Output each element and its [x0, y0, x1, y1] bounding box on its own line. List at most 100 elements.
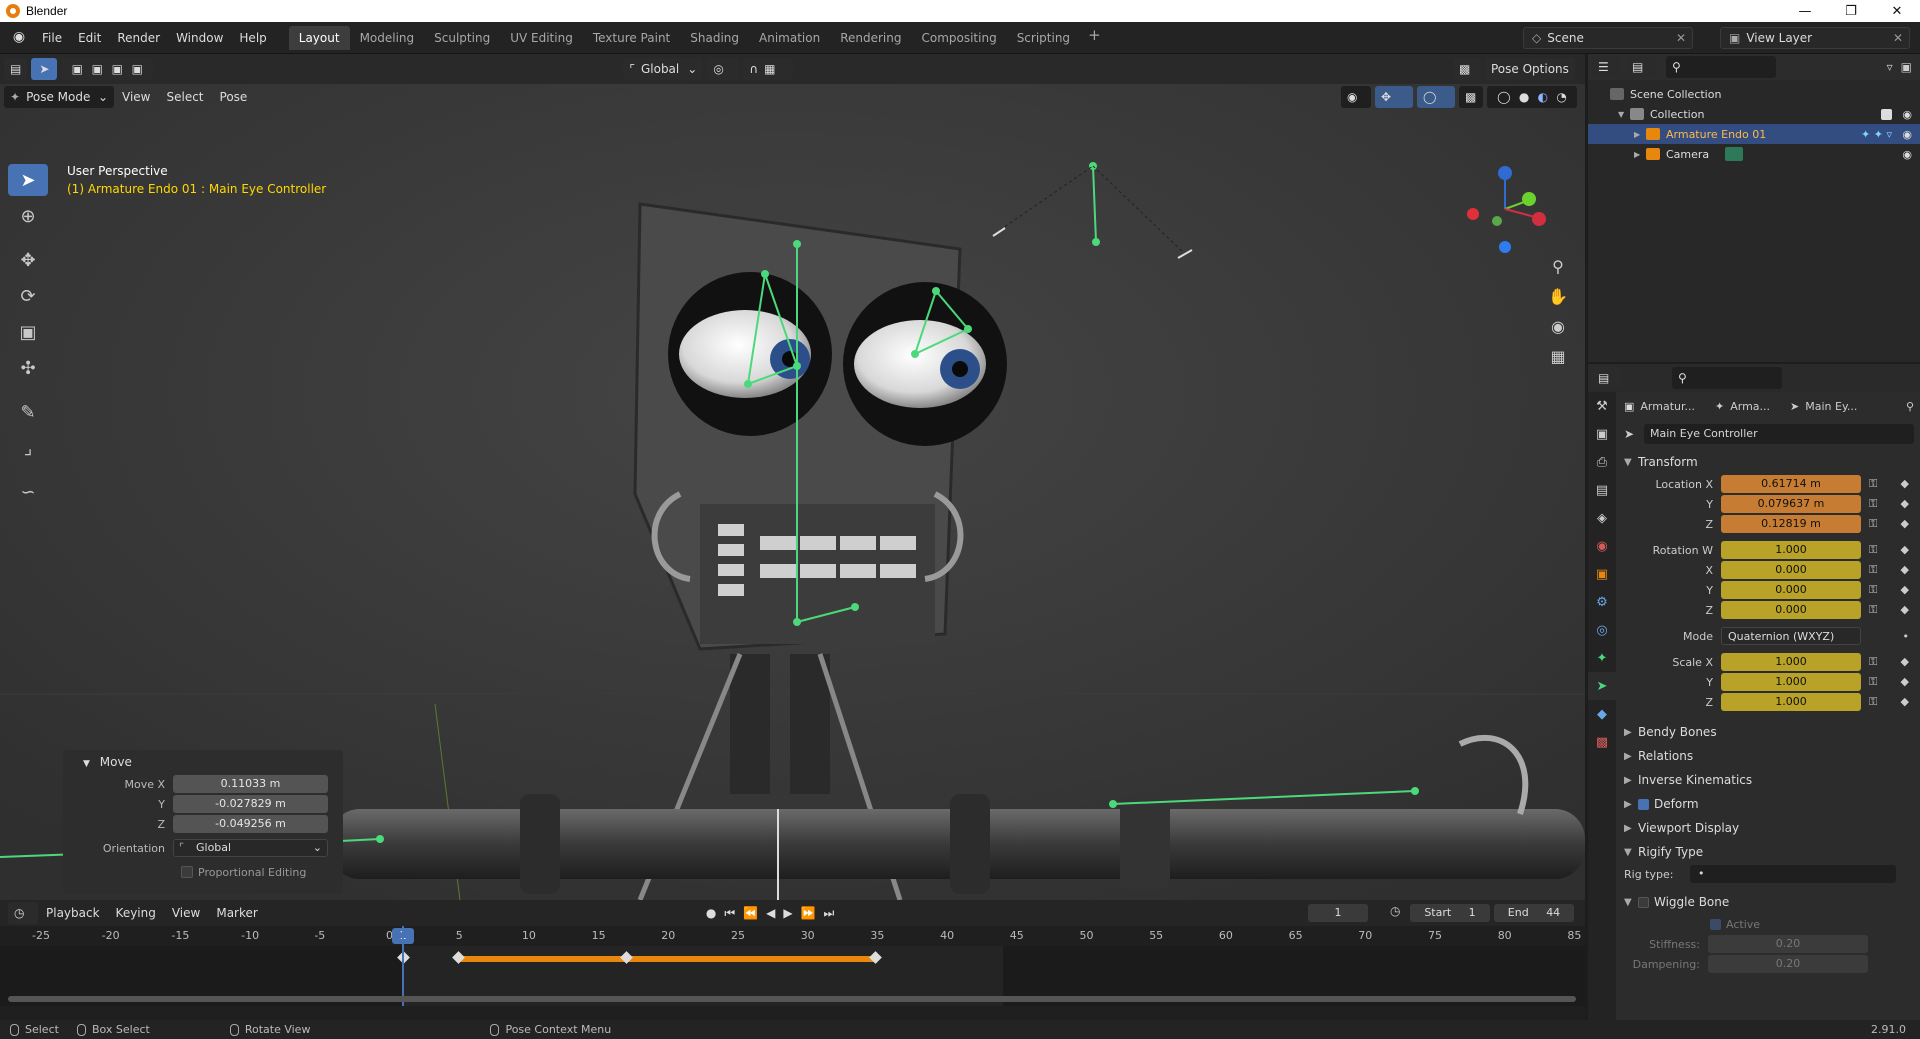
- new-collection-icon[interactable]: ▣: [1901, 60, 1912, 74]
- tab-sculpting[interactable]: Sculpting: [424, 26, 500, 50]
- selection-mode-buttons[interactable]: ▣ ▣ ▣ ▣: [61, 58, 154, 80]
- menu-view[interactable]: View: [114, 86, 158, 108]
- rotation-y-field[interactable]: 0.000: [1721, 581, 1861, 599]
- scene-selector[interactable]: ◇ Scene ✕: [1523, 27, 1693, 49]
- menu-timeline-view[interactable]: View: [164, 902, 208, 924]
- select-box-tool[interactable]: ➤: [8, 164, 48, 196]
- proportional-editing-checkbox[interactable]: Proportional Editing: [181, 866, 306, 879]
- texture-tab-icon[interactable]: ▩: [1588, 728, 1616, 756]
- keyframe-icon[interactable]: ◆: [1901, 655, 1909, 669]
- deform-checkbox[interactable]: [1638, 798, 1649, 810]
- keyframe-icon[interactable]: ◆: [1901, 583, 1909, 597]
- display-mode-button[interactable]: ▤: [1626, 56, 1656, 78]
- playhead-line[interactable]: [402, 926, 404, 1006]
- record-icon[interactable]: ●: [706, 906, 716, 920]
- neg-z-axis-icon[interactable]: [1499, 241, 1511, 253]
- x-axis-icon[interactable]: [1532, 212, 1546, 226]
- bendy-bones-header[interactable]: ▶ Bendy Bones: [1616, 720, 1920, 744]
- outliner-row-scene-collection[interactable]: Scene Collection: [1588, 84, 1920, 104]
- mode-dropdown[interactable]: ✦ Pose Mode ⌄: [4, 86, 114, 108]
- menu-pose[interactable]: Pose: [212, 86, 256, 108]
- add-workspace-icon[interactable]: +: [1080, 26, 1109, 50]
- tab-scripting[interactable]: Scripting: [1007, 26, 1080, 50]
- outliner-row-camera[interactable]: ▶ Camera ◉: [1588, 144, 1920, 164]
- rotate-tool[interactable]: ⟳: [8, 280, 48, 312]
- outliner-editor[interactable]: ☰ ▤ ⚲ ▿ ▣ Scene Collection ▼ Collection …: [1588, 54, 1920, 362]
- tab-animation[interactable]: Animation: [749, 26, 830, 50]
- dampening-field[interactable]: 0.20: [1708, 955, 1868, 973]
- keyframe-icon[interactable]: ◆: [1901, 477, 1909, 491]
- tab-shading[interactable]: Shading: [680, 26, 749, 50]
- timeline-editor-type-button[interactable]: ◷: [8, 902, 38, 924]
- close-view-layer-icon[interactable]: ✕: [1893, 31, 1903, 45]
- location-x-field[interactable]: 0.61714 m: [1721, 475, 1861, 493]
- preview-range-icon[interactable]: ◷: [1390, 904, 1400, 918]
- select-mode-button[interactable]: ➤: [31, 58, 58, 80]
- scale-tool[interactable]: ▣: [8, 316, 48, 348]
- armature-data-icons[interactable]: ✦ ✦ ▿: [1861, 128, 1892, 141]
- outliner-search-input[interactable]: ⚲: [1666, 56, 1776, 78]
- outliner-row-armature[interactable]: ▶ Armature Endo 01 ✦ ✦ ▿ ◉: [1588, 124, 1920, 144]
- bone-tab-icon[interactable]: ➤: [1588, 672, 1616, 700]
- deform-header[interactable]: ▶ Deform: [1616, 792, 1920, 816]
- lock-icon[interactable]: ⚿: [1869, 603, 1877, 617]
- close-scene-icon[interactable]: ✕: [1676, 31, 1686, 45]
- rigify-type-header[interactable]: ▼ Rigify Type: [1616, 840, 1920, 864]
- neg-x-axis-icon[interactable]: [1467, 208, 1479, 220]
- rotation-x-field[interactable]: 0.000: [1721, 561, 1861, 579]
- scale-y-field[interactable]: 1.000: [1721, 673, 1861, 691]
- end-frame-field[interactable]: End 44: [1494, 904, 1574, 922]
- select-invert-icon[interactable]: ▣: [132, 62, 143, 76]
- timeline-scrollbar[interactable]: [8, 996, 1576, 1002]
- bone-name-field[interactable]: Main Eye Controller: [1644, 424, 1914, 444]
- ortho-grid-icon[interactable]: ▦: [1543, 341, 1573, 371]
- exclude-checkbox[interactable]: [1881, 108, 1892, 120]
- camera-view-icon[interactable]: ◉: [1543, 311, 1573, 341]
- blender-menu-icon[interactable]: ◉: [10, 29, 28, 47]
- world-tab-icon[interactable]: ◉: [1588, 532, 1616, 560]
- prev-keyframe-icon[interactable]: ⏪: [743, 906, 758, 920]
- menu-edit[interactable]: Edit: [70, 27, 109, 49]
- transform-header[interactable]: ▼ Transform: [1616, 450, 1920, 474]
- filter-icon[interactable]: ▿: [1887, 60, 1893, 74]
- overlay-toggle-button[interactable]: ◯: [1417, 86, 1455, 108]
- modifier-tab-icon[interactable]: ⚙: [1588, 588, 1616, 616]
- move-x-field[interactable]: 0.11033 m: [173, 775, 328, 793]
- scene-tab-icon[interactable]: ◈: [1588, 504, 1616, 532]
- expand-arrow-icon[interactable]: ▶: [1634, 130, 1646, 139]
- move-panel-header[interactable]: ▼ Move: [63, 750, 343, 774]
- menu-select[interactable]: Select: [158, 86, 211, 108]
- relax-tool[interactable]: ∽: [8, 476, 48, 508]
- viewport-display-header[interactable]: ▶ Viewport Display: [1616, 816, 1920, 840]
- keyframe-icon[interactable]: ◆: [1901, 695, 1909, 709]
- scale-z-field[interactable]: 1.000: [1721, 693, 1861, 711]
- tab-modeling[interactable]: Modeling: [350, 26, 425, 50]
- scale-x-field[interactable]: 1.000: [1721, 653, 1861, 671]
- expand-arrow-icon[interactable]: ▼: [1618, 110, 1630, 119]
- eye-icon[interactable]: ◉: [1902, 108, 1912, 121]
- play-reverse-icon[interactable]: ◀: [766, 906, 775, 920]
- lock-icon[interactable]: ⚿: [1869, 497, 1877, 511]
- active-checkbox[interactable]: [1710, 918, 1721, 930]
- bone-constraint-tab-icon[interactable]: ◆: [1588, 700, 1616, 728]
- menu-window[interactable]: Window: [168, 27, 231, 49]
- tool-tab-icon[interactable]: ⚒: [1588, 392, 1616, 420]
- jump-end-icon[interactable]: ⏭: [824, 906, 835, 921]
- camera-data-icon[interactable]: [1725, 147, 1744, 161]
- visibility-button[interactable]: ◉: [1341, 86, 1371, 108]
- rotation-w-field[interactable]: 1.000: [1721, 541, 1861, 559]
- neg-y-axis-icon[interactable]: [1492, 216, 1502, 226]
- move-operator-panel[interactable]: ▼ Move Move X 0.11033 m Y -0.027829 m Z …: [63, 750, 343, 894]
- keyframe-icon[interactable]: ◆: [1901, 563, 1909, 577]
- outliner-row-collection[interactable]: ▼ Collection ◉: [1588, 104, 1920, 124]
- stiffness-field[interactable]: 0.20: [1708, 935, 1868, 953]
- timeline-track[interactable]: [0, 926, 1585, 1006]
- tab-rendering[interactable]: Rendering: [830, 26, 911, 50]
- cursor-tool[interactable]: ⊕: [8, 200, 48, 232]
- timeline-editor[interactable]: ◷ Playback Keying View Marker ● ⏮ ⏪ ◀ ▶ …: [0, 900, 1585, 1020]
- location-y-field[interactable]: 0.079637 m: [1721, 495, 1861, 513]
- jump-start-icon[interactable]: ⏮: [724, 906, 735, 921]
- lock-icon[interactable]: ⚿: [1869, 543, 1877, 557]
- solid-shading-icon[interactable]: ●: [1519, 90, 1529, 104]
- rotation-mode-select[interactable]: Quaternion (WXYZ): [1721, 627, 1861, 645]
